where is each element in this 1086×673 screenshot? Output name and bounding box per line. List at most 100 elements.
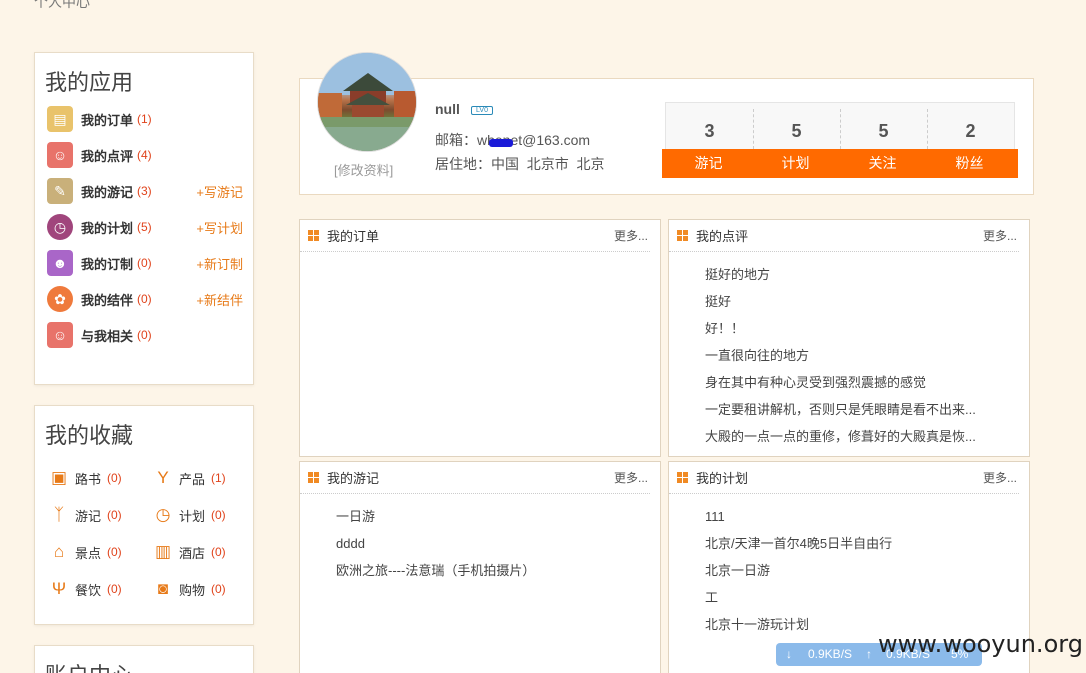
my-favorites-title: 我的收藏 xyxy=(45,423,134,448)
stat-label-plans[interactable]: 计划 xyxy=(752,149,839,178)
fav-item-hotel[interactable]: ▥ 酒店 (0) xyxy=(153,538,257,566)
plan-item[interactable]: 工 xyxy=(705,584,1029,611)
fav-item-product[interactable]: Y 产品 (1) xyxy=(153,464,257,492)
plans-panel-header: 我的计划 更多... xyxy=(669,462,1019,494)
fav-item-shopping[interactable]: ◙ 购物 (0) xyxy=(153,575,257,603)
plan-item[interactable]: 111 xyxy=(705,503,1029,530)
app-item-count: (4) xyxy=(137,148,152,162)
fav-item-count: (0) xyxy=(107,508,122,522)
fav-item-count: (1) xyxy=(211,471,226,485)
panel-title: 我的计划 xyxy=(696,471,749,486)
level-badge: LV0 xyxy=(471,106,493,115)
review-item[interactable]: 挺好的地方 xyxy=(705,261,1029,288)
arrow-up-icon: ↑ xyxy=(866,647,872,661)
edit-profile-link[interactable]: [修改资料] xyxy=(334,160,393,179)
username: null xyxy=(435,101,460,117)
fav-item-label: 游记 xyxy=(75,508,102,524)
more-link[interactable]: 更多... xyxy=(614,469,648,486)
fav-item-scenic[interactable]: ⌂ 景点 (0) xyxy=(49,538,153,566)
fav-item-label: 景点 xyxy=(75,545,102,561)
write-travelogue-link[interactable]: +写游记 xyxy=(196,182,243,201)
travelogue-item[interactable]: dddd xyxy=(336,530,660,557)
redaction-mark xyxy=(489,139,513,147)
fav-item-plan[interactable]: ◷ 计划 (0) xyxy=(153,501,257,529)
stat-label-travelogues[interactable]: 游记 xyxy=(665,149,752,178)
stat-value: 5 xyxy=(791,121,802,141)
grid-icon xyxy=(677,230,688,241)
more-link[interactable]: 更多... xyxy=(983,469,1017,486)
fav-item-label: 产品 xyxy=(179,471,206,487)
reviews-panel: 我的点评 更多... 挺好的地方 挺好 好！！ 一直很向往的地方 身在其中有种心… xyxy=(668,219,1030,457)
clock-icon: ◷ xyxy=(47,214,73,240)
app-item-count: (5) xyxy=(137,220,152,234)
stat-value: 5 xyxy=(878,121,889,141)
group-icon: ✿ xyxy=(47,286,73,312)
download-speed: 0.9KB/S xyxy=(808,647,853,661)
residence-value: 中国 北京市 北京 xyxy=(491,156,605,172)
review-item[interactable]: 一直很向往的地方 xyxy=(705,342,1029,369)
plan-item[interactable]: 北京/天津一首尔4晚5日半自由行 xyxy=(705,530,1029,557)
app-item-custom[interactable]: ☻ 我的订制 (0) +新订制 xyxy=(35,245,253,281)
fav-item-travelogue[interactable]: ᛉ 游记 (0) xyxy=(49,501,153,529)
shopping-bag-icon: ◙ xyxy=(157,579,169,598)
avatar[interactable] xyxy=(317,52,417,152)
building-icon: ▥ xyxy=(154,542,172,561)
my-apps-title: 我的应用 xyxy=(45,70,134,95)
stat-label-following[interactable]: 关注 xyxy=(839,149,926,178)
account-center-title: 账户中心 xyxy=(35,646,253,673)
stat-value: 2 xyxy=(965,121,976,141)
pavilion-photo-icon xyxy=(318,53,416,151)
stat-label-fans[interactable]: 粉丝 xyxy=(926,149,1013,178)
review-icon: ☺ xyxy=(47,142,73,168)
app-item-count: (0) xyxy=(137,256,152,270)
app-item-count: (0) xyxy=(137,292,152,306)
app-item-count: (0) xyxy=(137,328,152,342)
review-item[interactable]: 好！！ xyxy=(705,315,1029,342)
orders-panel-header: 我的订单 更多... xyxy=(300,220,650,252)
fork-knife-icon: Ψ xyxy=(51,579,67,598)
travelogue-item[interactable]: 一日游 xyxy=(336,503,660,530)
stats-label-bar: 游记 计划 关注 粉丝 xyxy=(662,149,1018,178)
more-link[interactable]: 更多... xyxy=(983,227,1017,244)
app-item-travelogues[interactable]: ✎ 我的游记 (3) +写游记 xyxy=(35,173,253,209)
residence-label: 居住地： xyxy=(435,156,491,172)
app-item-count: (3) xyxy=(137,184,152,198)
write-plan-link[interactable]: +写计划 xyxy=(196,218,243,237)
app-item-label: 与我相关 xyxy=(81,328,134,344)
app-item-plans[interactable]: ◷ 我的计划 (5) +写计划 xyxy=(35,209,253,245)
fav-item-label: 餐饮 xyxy=(75,582,102,598)
panel-title: 我的游记 xyxy=(327,471,380,486)
fav-item-count: (0) xyxy=(211,582,226,596)
app-item-label: 我的游记 xyxy=(81,184,134,200)
plan-item[interactable]: 北京一日游 xyxy=(705,557,1029,584)
walker-icon: ᛉ xyxy=(53,505,65,524)
review-item[interactable]: 大殿的一点一点的重修，修葺好的大殿真是恢... xyxy=(705,423,1029,450)
breadcrumb: 个人中心 xyxy=(34,0,90,10)
app-item-reviews[interactable]: ☺ 我的点评 (4) xyxy=(35,137,253,173)
orders-panel: 我的订单 更多... xyxy=(299,219,661,457)
app-item-label: 我的订单 xyxy=(81,112,134,128)
fav-item-label: 购物 xyxy=(179,582,206,598)
app-item-related[interactable]: ☺ 与我相关 (0) xyxy=(35,317,253,353)
fav-item-roadbook[interactable]: ▣ 路书 (0) xyxy=(49,464,153,492)
fav-item-label: 计划 xyxy=(179,508,206,524)
new-companion-link[interactable]: +新结伴 xyxy=(196,290,243,309)
app-item-companions[interactable]: ✿ 我的结伴 (0) +新结伴 xyxy=(35,281,253,317)
review-item[interactable]: 一定要租讲解机，否则只是凭眼睛是看不出来... xyxy=(705,396,1029,423)
review-item[interactable]: 身在其中有种心灵受到强烈震撼的感觉 xyxy=(705,369,1029,396)
travelogue-item[interactable]: 欧洲之旅----法意瑞（手机拍摄片） xyxy=(336,557,660,584)
my-apps-box: 我的应用 ▤ 我的订单 (1) ☺ 我的点评 (4) ✎ 我的游记 (3) +写… xyxy=(34,52,254,385)
grid-icon xyxy=(677,472,688,483)
clock-icon: ◷ xyxy=(155,505,171,524)
app-item-orders[interactable]: ▤ 我的订单 (1) xyxy=(35,101,253,137)
my-favorites-box: 我的收藏 ▣ 路书 (0) Y 产品 (1) ᛉ 游记 (0) ◷ 计划 (0)… xyxy=(34,405,254,625)
fav-item-dining[interactable]: Ψ 餐饮 (0) xyxy=(49,575,153,603)
orders-icon: ▤ xyxy=(47,106,73,132)
review-item[interactable]: 挺好 xyxy=(705,288,1029,315)
stat-value: 3 xyxy=(704,121,715,141)
user-icon: ☻ xyxy=(47,250,73,276)
new-custom-link[interactable]: +新订制 xyxy=(196,254,243,273)
notepad-icon: ✎ xyxy=(47,178,73,204)
more-link[interactable]: 更多... xyxy=(614,227,648,244)
app-item-label: 我的订制 xyxy=(81,256,134,272)
